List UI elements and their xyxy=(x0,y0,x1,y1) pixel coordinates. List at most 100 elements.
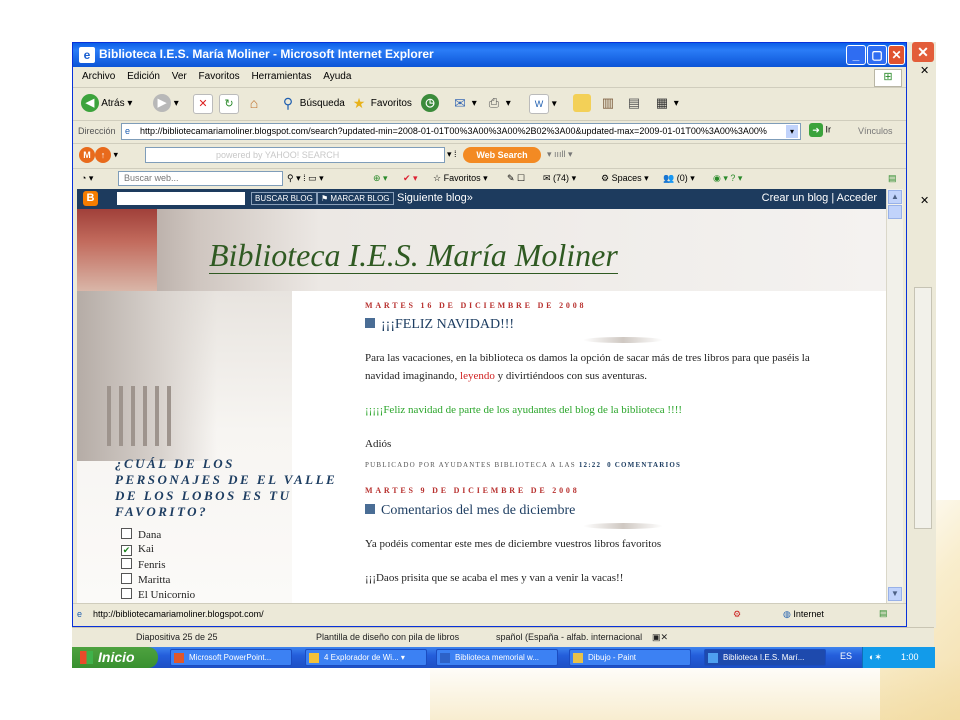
mail-button[interactable]: ✉ ▾ xyxy=(451,94,477,114)
task-explorer[interactable]: 4 Explorador de Wi... ▾ xyxy=(305,649,427,666)
home-button[interactable]: ⌂ xyxy=(245,94,263,114)
menu-edicion[interactable]: Edición xyxy=(127,71,160,82)
address-input[interactable]: e http://bibliotecamariamoliner.blogspot… xyxy=(121,123,801,140)
live-add-icon[interactable]: ⊕ ▾ xyxy=(373,173,388,184)
siguiente-blog-link[interactable]: Siguiente blog» xyxy=(397,192,473,204)
forward-button[interactable]: ▶ ▾ xyxy=(153,94,179,114)
tools-button[interactable]: ▦ ▾ xyxy=(653,94,679,114)
refresh-icon: ↻ xyxy=(219,94,239,114)
scroll-up-icon[interactable]: ▲ xyxy=(888,190,902,204)
live-check-icon[interactable]: ✔ ▾ xyxy=(403,173,418,184)
poll-option[interactable]: Dana xyxy=(121,528,161,541)
go-button[interactable]: ➜ Ir xyxy=(809,123,831,137)
edit-button[interactable]: W ▾ xyxy=(529,94,557,114)
checkbox-checked[interactable]: ✔ xyxy=(121,545,132,556)
print-button[interactable]: ⎙ ▾ xyxy=(485,94,511,114)
task-ie[interactable]: Biblioteca I.E.S. Marí... xyxy=(704,649,826,666)
marcar-blog-button[interactable]: ⚑ MARCAR BLOG xyxy=(317,192,394,205)
live-spaces[interactable]: ⚙ Spaces ▾ xyxy=(601,173,649,184)
print-icon: ⎙ xyxy=(488,95,500,111)
live-favorites[interactable]: ☆ Favoritos ▾ xyxy=(433,173,488,184)
post-time-link[interactable]: 12:22 xyxy=(579,461,601,469)
template-name: Plantilla de diseño con pila de libros xyxy=(316,632,460,642)
poll-option[interactable]: ✔ Kai xyxy=(121,543,154,556)
task-powerpoint[interactable]: Microsoft PowerPoint... xyxy=(170,649,292,666)
web-page: B BUSCAR BLOG ⚑ MARCAR BLOG Siguiente bl… xyxy=(77,189,886,603)
task-paint[interactable]: Dibujo - Paint xyxy=(569,649,691,666)
background-close-icon[interactable]: ✕ xyxy=(912,42,934,62)
powerpoint-status-bar: Diapositiva 25 de 25 Plantilla de diseño… xyxy=(72,627,934,648)
post-date: MARTES 16 DE DICIEMBRE DE 2008 xyxy=(365,301,587,310)
post-title[interactable]: ¡¡¡FELIZ NAVIDAD!!! xyxy=(365,317,514,333)
live-mail[interactable]: ✉ (74) ▾ xyxy=(543,173,576,184)
poll-option[interactable]: Maritta xyxy=(121,573,170,586)
blog-title[interactable]: Biblioteca I.E.S. María Moliner xyxy=(209,237,618,274)
poll-option[interactable]: Fenris xyxy=(121,558,166,571)
minimize-button[interactable]: _ xyxy=(846,45,866,65)
menu-ver[interactable]: Ver xyxy=(172,71,187,82)
history-button[interactable]: ◷ xyxy=(421,94,439,114)
yahoo-search-input[interactable]: powered by YAHOO! SEARCH xyxy=(145,147,445,163)
live-help-icon[interactable]: ◉ ▾ ? ▾ xyxy=(713,173,742,184)
research-button[interactable]: ▥ xyxy=(599,94,617,114)
background-close-small-icon-2[interactable]: ✕ xyxy=(920,194,929,207)
tray-icons[interactable]: ◐✶ xyxy=(869,647,882,668)
yahoo-logo-icon[interactable]: M ↑ ▾ xyxy=(79,147,118,163)
post-comments-link[interactable]: 0 COMENTARIOS xyxy=(607,461,681,469)
blogger-logo-icon[interactable]: B xyxy=(83,191,98,206)
windows-logo-icon: ⊞ xyxy=(874,69,902,87)
blogger-search-input[interactable] xyxy=(117,192,245,205)
scroll-down-icon[interactable]: ▼ xyxy=(888,587,902,601)
messenger-button[interactable]: ▤ xyxy=(625,94,643,114)
live-search-input[interactable]: Buscar web... xyxy=(118,171,283,186)
close-button[interactable]: ✕ xyxy=(888,45,905,65)
live-pen-icon[interactable]: ✎ ☐ xyxy=(507,173,525,184)
back-button[interactable]: ◀ Atrás ▾ xyxy=(81,94,132,114)
yahoo-web-search-button[interactable]: Web Search xyxy=(463,147,541,163)
poll-option[interactable]: El Unicornio xyxy=(121,588,195,601)
menu-herramientas[interactable]: Herramientas xyxy=(251,71,311,82)
address-dropdown-icon[interactable]: ▾ xyxy=(786,125,798,138)
live-panel-icon[interactable]: ▤ xyxy=(888,173,897,184)
discuss-button[interactable] xyxy=(573,94,591,114)
task-word[interactable]: Biblioteca memorial w... xyxy=(436,649,558,666)
live-search-icon[interactable]: ⚲ ▾ ⁞ ▭ ▾ xyxy=(287,173,324,184)
search-icon: ⚲ xyxy=(282,95,294,112)
scroll-thumb[interactable] xyxy=(888,205,902,219)
menu-favoritos[interactable]: Favoritos xyxy=(199,71,240,82)
status-zone: ◍ Internet xyxy=(783,609,824,619)
background-scrollbar[interactable] xyxy=(914,287,932,529)
leyendo-link[interactable]: leyendo xyxy=(460,370,495,382)
start-button[interactable]: Inicio xyxy=(72,647,158,668)
search-button[interactable]: ⚲ Búsqueda xyxy=(279,94,345,114)
background-close-small-icon[interactable]: ✕ xyxy=(920,64,929,77)
live-logo-icon[interactable]: ◔ ▾ xyxy=(81,173,93,184)
page-icon: e xyxy=(125,126,131,136)
buscar-blog-button[interactable]: BUSCAR BLOG xyxy=(251,192,317,205)
word-icon: W xyxy=(529,94,549,114)
checkbox[interactable] xyxy=(121,528,132,539)
home-icon: ⌂ xyxy=(249,95,259,112)
yahoo-dropdown-icon[interactable]: ▾ ⁞ xyxy=(447,149,457,160)
live-contacts[interactable]: 👥 (0) ▾ xyxy=(663,173,695,184)
vertical-scrollbar[interactable]: ▲ ▼ xyxy=(886,189,903,603)
menu-ayuda[interactable]: Ayuda xyxy=(323,71,351,82)
crear-blog-link[interactable]: Crear un blog | Acceder xyxy=(762,192,877,204)
mail-icon: ✉ xyxy=(454,95,466,112)
stop-button[interactable]: ✕ xyxy=(193,94,213,114)
menu-archivo[interactable]: Archivo xyxy=(82,71,115,82)
favorites-button[interactable]: ★ Favoritos xyxy=(350,94,412,114)
powerpoint-icon xyxy=(174,653,184,663)
links-label[interactable]: Vínculos xyxy=(858,126,893,136)
checkbox[interactable] xyxy=(121,573,132,584)
checkbox[interactable] xyxy=(121,588,132,599)
word-doc-icon xyxy=(440,653,450,663)
language-indicator[interactable]: ES xyxy=(840,651,852,661)
title-bar: e Biblioteca I.E.S. María Moliner - Micr… xyxy=(73,43,906,67)
refresh-button[interactable]: ↻ xyxy=(219,94,239,114)
yahoo-search-placeholder: powered by YAHOO! SEARCH xyxy=(216,150,340,160)
checkbox[interactable] xyxy=(121,558,132,569)
status-url: http://bibliotecamariamoliner.blogspot.c… xyxy=(93,609,264,619)
post-title[interactable]: Comentarios del mes de diciembre xyxy=(365,503,575,519)
maximize-button[interactable]: ▢ xyxy=(867,45,887,65)
